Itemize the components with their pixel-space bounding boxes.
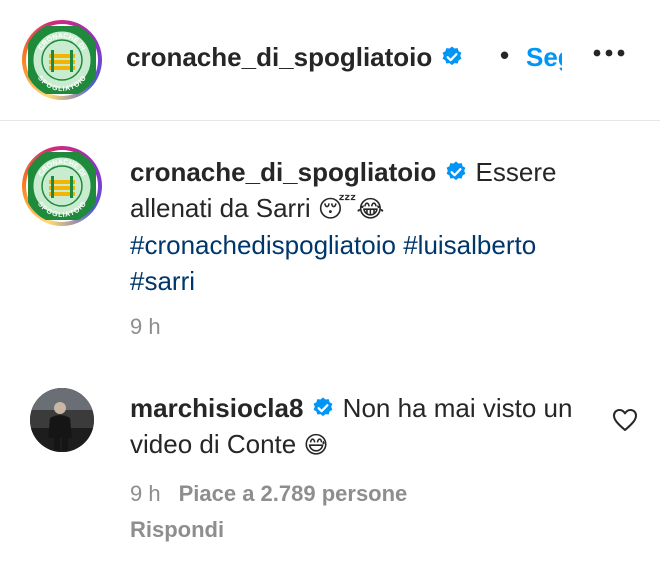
verified-badge-icon <box>314 397 333 417</box>
cronache-logo-icon: CRONACHE DI SPOGLIATOIO <box>28 26 96 94</box>
comment-meta: 9 h Piace a 2.789 persone <box>130 481 407 507</box>
commenter-avatar[interactable] <box>30 388 94 452</box>
caption-emojis: 😴😂 <box>317 195 385 223</box>
separator-dot: • <box>500 40 510 70</box>
verified-badge-icon <box>442 46 462 66</box>
post-header: CRONACHE DI SPOGLIATOIO cronache_di_spog… <box>0 0 660 121</box>
header-username-row: cronache_di_spogliatoio <box>126 42 464 73</box>
cronache-logo-icon: CRONACHE DI SPOGLIATOIO <box>28 152 96 220</box>
more-horizontal-icon[interactable] <box>592 48 626 58</box>
verified-badge-icon <box>446 161 466 181</box>
caption-avatar[interactable]: CRONACHE DI SPOGLIATOIO <box>22 146 102 226</box>
caption-username[interactable]: cronache_di_spogliatoio <box>130 157 436 187</box>
follow-button[interactable]: Segui <box>526 42 562 73</box>
caption-timestamp[interactable]: 9 h <box>130 314 161 339</box>
person-photo-icon <box>30 388 94 452</box>
heart-outline-icon[interactable] <box>612 408 638 432</box>
caption-text: cronache_di_spogliatoio Essere allenati … <box>130 154 630 299</box>
hashtag-link[interactable]: #cronachedispogliatoio <box>130 230 396 260</box>
comment-text: marchisiocla8 Non ha mai visto un video … <box>130 390 600 463</box>
comment-likes[interactable]: Piace a 2.789 persone <box>179 481 408 506</box>
comment-timestamp[interactable]: 9 h <box>130 481 161 506</box>
reply-button[interactable]: Rispondi <box>130 517 224 543</box>
profile-avatar[interactable]: CRONACHE DI SPOGLIATOIO <box>22 20 102 100</box>
hashtag-link[interactable]: #luisalberto <box>403 230 536 260</box>
caption-meta: 9 h <box>130 314 161 340</box>
header-username[interactable]: cronache_di_spogliatoio <box>126 42 432 72</box>
comment-emoji: 😅 <box>303 431 329 459</box>
hashtag-link[interactable]: #sarri <box>130 266 195 296</box>
commenter-username[interactable]: marchisiocla8 <box>130 393 303 423</box>
